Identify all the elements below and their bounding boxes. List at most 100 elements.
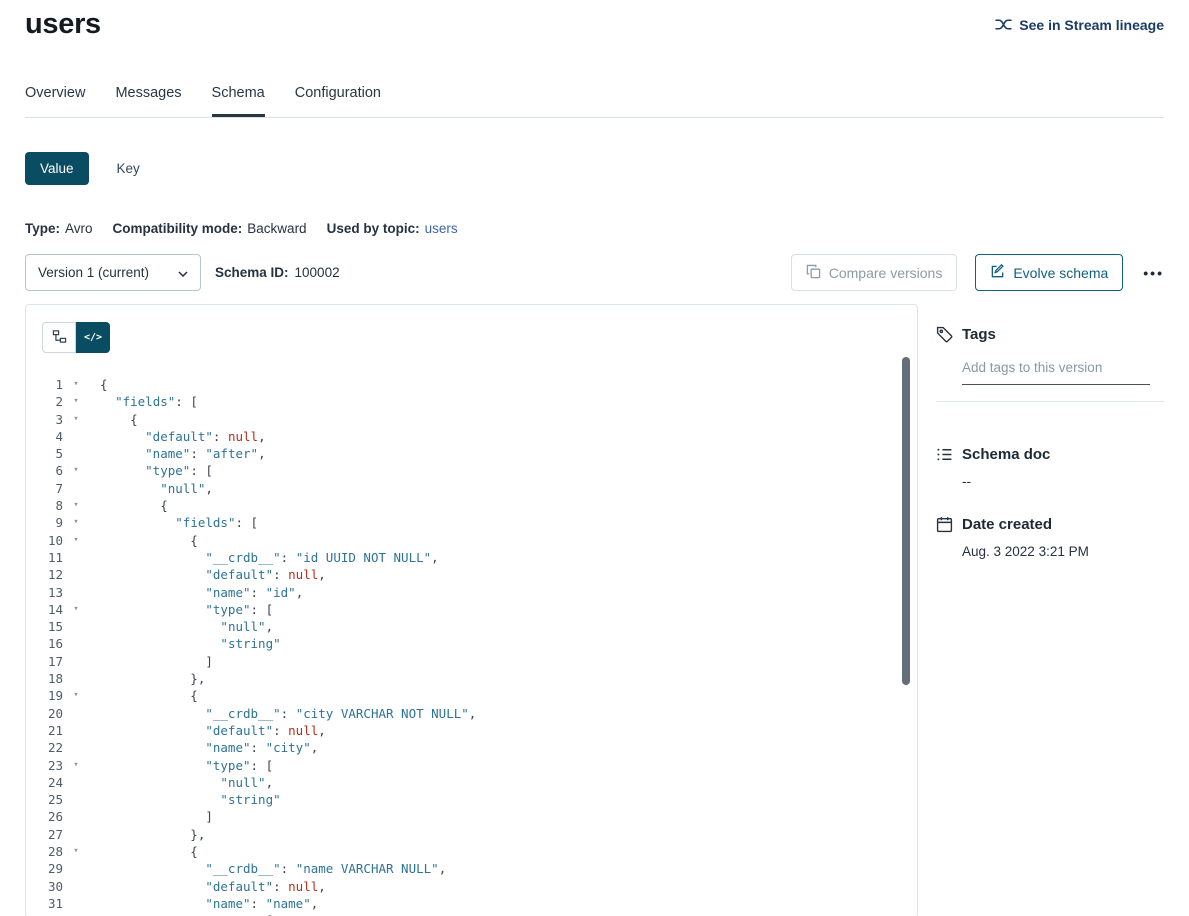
tab-configuration[interactable]: Configuration <box>295 85 381 117</box>
code-line-content: "default": null, <box>89 428 266 445</box>
schema-page: users See in Stream lineage Overview Mes… <box>0 0 1189 916</box>
fold-toggle-icon[interactable]: ▾ <box>63 843 89 860</box>
code-line: 30 "default": null, <box>26 878 917 895</box>
fold-toggle-icon[interactable]: ▾ <box>63 532 89 549</box>
code-line: 27 }, <box>26 826 917 843</box>
tab-messages[interactable]: Messages <box>115 85 181 117</box>
fold-toggle-icon[interactable]: ▾ <box>63 497 89 514</box>
code-line: 24 "null", <box>26 774 917 791</box>
fold-spacer <box>63 895 89 912</box>
fold-toggle-icon[interactable]: ▾ <box>63 393 89 410</box>
line-number: 32 <box>26 912 63 916</box>
fold-toggle-icon[interactable]: ▾ <box>63 601 89 618</box>
type-value: Avro <box>65 221 93 236</box>
fold-spacer <box>63 774 89 791</box>
line-number: 31 <box>26 895 63 912</box>
line-number: 10 <box>26 532 63 549</box>
fold-spacer <box>63 878 89 895</box>
line-number: 16 <box>26 635 63 652</box>
chevron-down-icon <box>178 265 188 280</box>
schema-type: Type: Avro <box>25 221 93 236</box>
key-toggle-button[interactable]: Key <box>117 161 140 176</box>
version-select[interactable]: Version 1 (current) <box>25 254 201 291</box>
add-tags-input[interactable] <box>962 353 1150 385</box>
fold-spacer <box>63 722 89 739</box>
vertical-scrollbar[interactable] <box>902 357 910 913</box>
code-line: 7 "null", <box>26 480 917 497</box>
fold-toggle-icon[interactable]: ▾ <box>63 757 89 774</box>
line-number: 28 <box>26 843 63 860</box>
schema-doc-title: Schema doc <box>962 446 1050 463</box>
code-line-content: { <box>89 687 198 704</box>
compatibility-mode: Compatibility mode: Backward <box>113 221 307 236</box>
fold-spacer <box>63 566 89 583</box>
code-line-content: }, <box>89 826 205 843</box>
tags-title: Tags <box>962 326 996 343</box>
line-number: 22 <box>26 739 63 756</box>
code-line-content: ] <box>89 653 213 670</box>
evolve-schema-label: Evolve schema <box>1013 265 1108 281</box>
scrollbar-thumb[interactable] <box>902 357 910 685</box>
line-number: 1 <box>26 376 63 393</box>
code-line: 10▾ { <box>26 532 917 549</box>
code-line: 12 "default": null, <box>26 566 917 583</box>
tab-overview[interactable]: Overview <box>25 85 85 117</box>
date-created-title: Date created <box>962 516 1052 533</box>
line-number: 4 <box>26 428 63 445</box>
line-number: 17 <box>26 653 63 670</box>
fold-toggle-icon[interactable]: ▾ <box>63 462 89 479</box>
line-number: 8 <box>26 497 63 514</box>
tags-header: Tags <box>936 326 1164 343</box>
evolve-schema-button[interactable]: Evolve schema <box>975 254 1123 291</box>
main-content: </> 1▾{2▾ "fields": [3▾ {4 "default": nu… <box>25 304 1164 916</box>
view-mode-group: </> <box>42 322 110 353</box>
fold-spacer <box>63 480 89 497</box>
date-created-section: Date created Aug. 3 2022 3:21 PM <box>936 516 1164 559</box>
line-number: 14 <box>26 601 63 618</box>
code-line-content: { <box>89 532 198 549</box>
code-line: 6▾ "type": [ <box>26 462 917 479</box>
code-line: 15 "null", <box>26 618 917 635</box>
sidebar-divider <box>936 401 1164 402</box>
fold-toggle-icon[interactable]: ▾ <box>63 411 89 428</box>
fold-toggle-icon[interactable]: ▾ <box>63 376 89 393</box>
code-view-button[interactable]: </> <box>76 322 110 353</box>
type-label: Type: <box>25 221 60 236</box>
fold-spacer <box>63 826 89 843</box>
more-actions-button[interactable]: ••• <box>1143 265 1164 281</box>
code-line: 11 "__crdb__": "id UUID NOT NULL", <box>26 549 917 566</box>
code-line-content: { <box>89 376 108 393</box>
tree-view-button[interactable] <box>42 322 76 353</box>
line-number: 12 <box>26 566 63 583</box>
schema-code-panel: </> 1▾{2▾ "fields": [3▾ {4 "default": nu… <box>25 304 918 916</box>
line-number: 20 <box>26 705 63 722</box>
code-line: 8▾ { <box>26 497 917 514</box>
fold-toggle-icon[interactable]: ▾ <box>63 912 89 916</box>
line-number: 21 <box>26 722 63 739</box>
tree-view-icon <box>52 329 67 347</box>
code-view-toolbar: </> <box>26 305 917 376</box>
line-number: 6 <box>26 462 63 479</box>
code-line-content: { <box>89 411 138 428</box>
see-in-stream-lineage-link[interactable]: See in Stream lineage <box>995 16 1164 33</box>
code-line: 23▾ "type": [ <box>26 757 917 774</box>
value-toggle-button[interactable]: Value <box>25 152 89 185</box>
fold-spacer <box>63 791 89 808</box>
schema-meta-row: Type: Avro Compatibility mode: Backward … <box>25 221 1164 236</box>
edit-pencil-icon <box>990 264 1005 282</box>
used-by-topic: Used by topic: users <box>327 221 458 236</box>
line-number: 9 <box>26 514 63 531</box>
tags-section: Tags <box>936 326 1164 402</box>
code-line: 17 ] <box>26 653 917 670</box>
code-line-content: "default": null, <box>89 722 326 739</box>
line-number: 7 <box>26 480 63 497</box>
line-number: 19 <box>26 687 63 704</box>
fold-toggle-icon[interactable]: ▾ <box>63 514 89 531</box>
code-line-content: { <box>89 497 168 514</box>
tab-schema[interactable]: Schema <box>212 85 265 117</box>
fold-toggle-icon[interactable]: ▾ <box>63 687 89 704</box>
code-line: 16 "string" <box>26 635 917 652</box>
code-line: 29 "__crdb__": "name VARCHAR NULL", <box>26 860 917 877</box>
topic-link[interactable]: users <box>425 221 458 236</box>
compare-versions-button[interactable]: Compare versions <box>791 254 958 291</box>
